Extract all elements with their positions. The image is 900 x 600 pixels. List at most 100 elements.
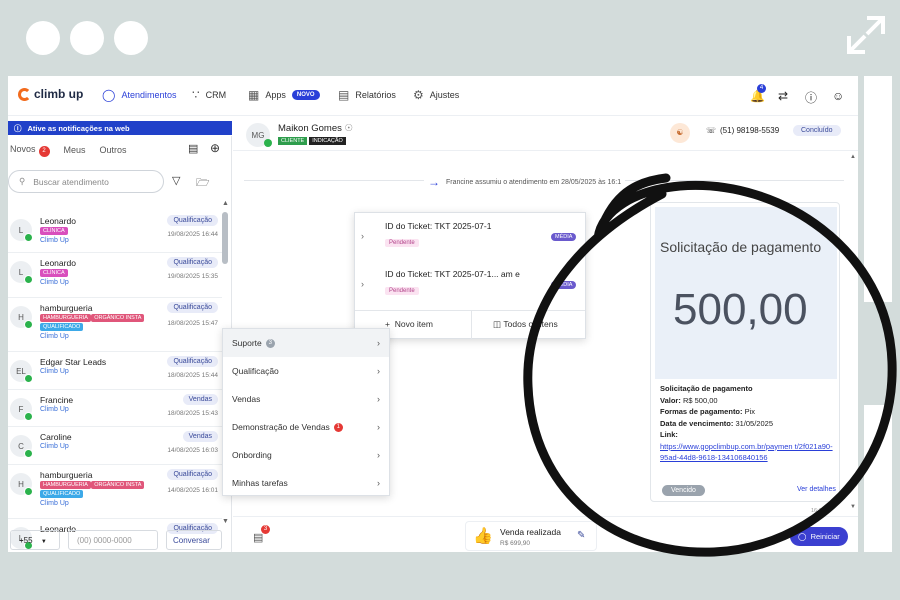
conversation-time: 18/08/2025 15:47 — [167, 320, 218, 327]
logo[interactable]: climb up — [18, 87, 83, 101]
menu-item[interactable]: Demonstração de Vendas 1 › — [223, 413, 389, 441]
conversation-item[interactable]: F Francine Climb Up Vendas 18/08/2025 15… — [8, 390, 222, 427]
conversation-item[interactable]: H hamburgueria HAMBURGUERIA ORGÂNICO INST… — [8, 298, 222, 352]
conversation-item[interactable]: L Leonardo CLÍNICA Climb Up Qualificação… — [8, 253, 222, 298]
tab-meus[interactable]: Meus — [64, 145, 86, 155]
folder-icon[interactable]: 🗁 — [196, 174, 210, 193]
status-badge: Vendas — [182, 394, 218, 405]
chat-icon: ◯ — [102, 88, 116, 102]
tab-novos[interactable]: Novos 2 — [10, 144, 50, 157]
conversation-time: 14/08/2025 16:03 — [167, 447, 218, 454]
menu-item-label: Demonstração de Vendas — [232, 422, 330, 432]
ticket-id: ID do Ticket: TKT 2025-07-1 — [385, 221, 492, 231]
conversation-tag: ORGÂNICO INSTA — [91, 481, 145, 489]
tag-cliente: CLIENTE — [278, 137, 308, 145]
swap-icon[interactable]: ⇄ — [778, 89, 788, 103]
window-dot — [114, 21, 148, 55]
novo-badge: NOVO — [291, 90, 320, 100]
filter-icon[interactable]: ▽ — [172, 174, 180, 187]
bell-count: 4 — [757, 84, 766, 93]
chevron-right-icon: › — [377, 338, 380, 348]
ticket-icon: › — [361, 279, 364, 289]
conversation-name: Caroline — [40, 432, 72, 442]
nav-label: Atendimentos — [121, 90, 177, 100]
menu-item[interactable]: Onbording › — [223, 441, 389, 469]
status-badge: Qualificação — [167, 356, 218, 367]
chevron-right-icon: › — [377, 394, 380, 404]
nav-atendimentos[interactable]: ◯ Atendimentos — [102, 88, 176, 102]
contact-tags: CLIENTE INDICAÇÃO — [278, 137, 346, 145]
logo-icon — [18, 87, 31, 101]
search-input[interactable]: ⚲ Buscar atendimento — [8, 170, 164, 193]
search-icon: ⚲ — [19, 176, 26, 186]
conversation-item[interactable]: H hamburgueria HAMBURGUERIA ORGÂNICO INST… — [8, 465, 222, 519]
conversation-name: hamburgueria — [40, 470, 93, 480]
chevron-right-icon: › — [377, 422, 380, 432]
notification-banner[interactable]: ⓘ Ative as notificações na web — [8, 121, 232, 135]
crm-icon: ∵ — [192, 88, 200, 102]
bell-icon[interactable]: 🔔 4 — [750, 84, 766, 103]
tasks-icon[interactable]: ▤ 3 — [253, 525, 270, 544]
nav-label: Relatórios — [355, 90, 396, 100]
archive-icon[interactable]: ▤ — [188, 142, 198, 155]
conversation-tag: CLÍNICA — [40, 269, 68, 277]
nav-ajustes[interactable]: ⚙ Ajustes — [413, 88, 459, 102]
menu-item-label: Qualificação — [232, 366, 279, 376]
menu-item[interactable]: Minhas tarefas › — [223, 469, 389, 497]
menu-item-count: 3 — [265, 338, 275, 348]
nav-apps[interactable]: ▦ Apps NOVO — [248, 88, 320, 102]
conversation-item[interactable]: C Caroline Climb Up Vendas 14/08/2025 16… — [8, 427, 222, 465]
conversation-time: 19/08/2025 16:44 — [167, 231, 218, 238]
nav-label: Apps — [265, 90, 286, 100]
tab-label: Novos — [10, 144, 36, 154]
conversation-company: Climb Up — [40, 333, 69, 340]
conversation-tag: CLÍNICA — [40, 227, 68, 235]
expand-icon — [845, 14, 887, 56]
nav-relatorios[interactable]: ▤ Relatórios — [338, 88, 396, 102]
menu-item-label: Onbording — [232, 450, 272, 460]
conversar-button[interactable]: Conversar — [166, 530, 222, 550]
nav-label: CRM — [205, 90, 227, 100]
conversation-item[interactable]: L Leonardo CLÍNICA Climb Up Qualificação… — [8, 211, 222, 253]
add-circle-icon[interactable]: ⊕ — [210, 141, 220, 155]
status-badge[interactable]: Concluído — [793, 125, 841, 136]
new-item-button[interactable]: + Novo item — [385, 319, 433, 329]
conversation-company: Climb Up — [40, 406, 69, 413]
whatsapp-icon — [264, 139, 272, 147]
notification-text: Ative as notificações na web — [27, 123, 130, 133]
conversation-item[interactable]: EL Edgar Star Leads Climb Up Qualificaçã… — [8, 352, 222, 390]
eye-icon[interactable]: ☉ — [345, 123, 354, 134]
chevron-right-icon: › — [377, 450, 380, 460]
conversation-name: Leonardo — [40, 216, 76, 226]
tab-outros[interactable]: Outros — [100, 145, 127, 155]
conversation-tag: QUALIFICADO — [40, 490, 84, 498]
help-icon[interactable]: ⓘ — [805, 89, 817, 106]
menu-item[interactable]: Qualificação › — [223, 357, 389, 385]
user-icon[interactable]: ☺ — [832, 89, 844, 103]
whatsapp-icon — [24, 320, 33, 329]
novos-count: 2 — [38, 145, 50, 157]
menu-item[interactable]: Vendas › — [223, 385, 389, 413]
new-item-label: Novo item — [394, 319, 433, 329]
search-placeholder: Buscar atendimento — [33, 176, 109, 187]
nav-crm[interactable]: ∵ CRM — [192, 88, 226, 102]
menu-item[interactable]: Suporte 3 › — [223, 329, 389, 357]
window-dot — [70, 21, 104, 55]
chat-header: MG Maikon Gomes ☉ CLIENTE INDICAÇÃO ☯ ☏(… — [233, 116, 858, 151]
conversation-name: Leonardo — [40, 258, 76, 268]
conversation-tag: HAMBURGUERIA — [40, 314, 91, 322]
status-badge: Qualificação — [167, 215, 218, 226]
phone-input[interactable]: (00) 0000-0000 — [68, 530, 158, 550]
ticket-status: Pendente — [385, 239, 419, 247]
assign-icon[interactable]: ☯ — [670, 123, 690, 143]
queue-menu: Suporte 3 › Qualificação › Vendas › Demonstraçã… — [222, 328, 390, 496]
country-code-select[interactable]: +55 ▼ — [10, 530, 60, 550]
menu-item-label: Suporte — [232, 338, 262, 348]
tasks-count: 3 — [261, 525, 270, 534]
contact-phone[interactable]: ☏ (51) 98198-5539 — [706, 126, 779, 135]
conversation-time: 14/08/2025 16:01 — [167, 487, 218, 494]
whatsapp-icon — [24, 374, 33, 383]
contact-name[interactable]: Maikon Gomes ☉ — [278, 123, 353, 134]
top-nav: climb up ◯ Atendimentos ∵ CRM ▦ Apps NOVO ▤ R… — [8, 76, 858, 116]
gear-icon: ⚙ — [413, 88, 424, 102]
